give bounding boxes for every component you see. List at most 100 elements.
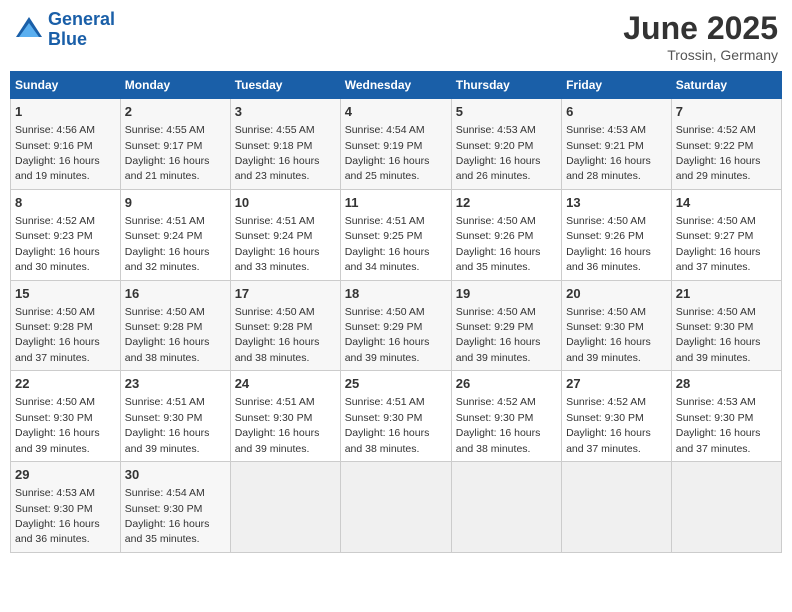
day-info: Sunrise: 4:50 AMSunset: 9:29 PMDaylight:… xyxy=(456,306,541,364)
calendar-cell xyxy=(340,462,451,553)
calendar-cell: 4 Sunrise: 4:54 AMSunset: 9:19 PMDayligh… xyxy=(340,99,451,190)
day-number: 9 xyxy=(125,194,226,212)
calendar-cell: 25 Sunrise: 4:51 AMSunset: 9:30 PMDaylig… xyxy=(340,371,451,462)
day-info: Sunrise: 4:50 AMSunset: 9:30 PMDaylight:… xyxy=(15,396,100,454)
day-info: Sunrise: 4:50 AMSunset: 9:28 PMDaylight:… xyxy=(125,306,210,364)
day-info: Sunrise: 4:50 AMSunset: 9:27 PMDaylight:… xyxy=(676,215,761,273)
logo-icon xyxy=(14,15,44,45)
col-header-wednesday: Wednesday xyxy=(340,72,451,99)
day-number: 28 xyxy=(676,375,777,393)
day-info: Sunrise: 4:51 AMSunset: 9:30 PMDaylight:… xyxy=(125,396,210,454)
day-number: 20 xyxy=(566,285,667,303)
col-header-friday: Friday xyxy=(562,72,672,99)
day-number: 10 xyxy=(235,194,336,212)
calendar-cell: 26 Sunrise: 4:52 AMSunset: 9:30 PMDaylig… xyxy=(451,371,561,462)
calendar-table: SundayMondayTuesdayWednesdayThursdayFrid… xyxy=(10,71,782,553)
day-number: 6 xyxy=(566,103,667,121)
calendar-cell: 14 Sunrise: 4:50 AMSunset: 9:27 PMDaylig… xyxy=(671,189,781,280)
calendar-cell: 11 Sunrise: 4:51 AMSunset: 9:25 PMDaylig… xyxy=(340,189,451,280)
calendar-cell: 7 Sunrise: 4:52 AMSunset: 9:22 PMDayligh… xyxy=(671,99,781,190)
day-info: Sunrise: 4:52 AMSunset: 9:30 PMDaylight:… xyxy=(456,396,541,454)
calendar-cell: 3 Sunrise: 4:55 AMSunset: 9:18 PMDayligh… xyxy=(230,99,340,190)
day-info: Sunrise: 4:51 AMSunset: 9:30 PMDaylight:… xyxy=(235,396,320,454)
calendar-cell: 12 Sunrise: 4:50 AMSunset: 9:26 PMDaylig… xyxy=(451,189,561,280)
calendar-cell: 5 Sunrise: 4:53 AMSunset: 9:20 PMDayligh… xyxy=(451,99,561,190)
calendar-week-row: 15 Sunrise: 4:50 AMSunset: 9:28 PMDaylig… xyxy=(11,280,782,371)
calendar-cell: 19 Sunrise: 4:50 AMSunset: 9:29 PMDaylig… xyxy=(451,280,561,371)
day-number: 21 xyxy=(676,285,777,303)
day-info: Sunrise: 4:50 AMSunset: 9:30 PMDaylight:… xyxy=(676,306,761,364)
day-info: Sunrise: 4:56 AMSunset: 9:16 PMDaylight:… xyxy=(15,124,100,182)
calendar-cell xyxy=(451,462,561,553)
calendar-cell: 27 Sunrise: 4:52 AMSunset: 9:30 PMDaylig… xyxy=(562,371,672,462)
day-info: Sunrise: 4:54 AMSunset: 9:30 PMDaylight:… xyxy=(125,487,210,545)
day-number: 18 xyxy=(345,285,447,303)
day-info: Sunrise: 4:53 AMSunset: 9:21 PMDaylight:… xyxy=(566,124,651,182)
col-header-tuesday: Tuesday xyxy=(230,72,340,99)
calendar-cell: 18 Sunrise: 4:50 AMSunset: 9:29 PMDaylig… xyxy=(340,280,451,371)
day-info: Sunrise: 4:52 AMSunset: 9:22 PMDaylight:… xyxy=(676,124,761,182)
calendar-cell: 10 Sunrise: 4:51 AMSunset: 9:24 PMDaylig… xyxy=(230,189,340,280)
col-header-monday: Monday xyxy=(120,72,230,99)
day-info: Sunrise: 4:51 AMSunset: 9:30 PMDaylight:… xyxy=(345,396,430,454)
day-number: 17 xyxy=(235,285,336,303)
calendar-cell: 16 Sunrise: 4:50 AMSunset: 9:28 PMDaylig… xyxy=(120,280,230,371)
col-header-sunday: Sunday xyxy=(11,72,121,99)
day-info: Sunrise: 4:53 AMSunset: 9:30 PMDaylight:… xyxy=(15,487,100,545)
calendar-week-row: 22 Sunrise: 4:50 AMSunset: 9:30 PMDaylig… xyxy=(11,371,782,462)
day-info: Sunrise: 4:50 AMSunset: 9:26 PMDaylight:… xyxy=(566,215,651,273)
col-header-thursday: Thursday xyxy=(451,72,561,99)
title-block: June 2025 Trossin, Germany xyxy=(623,10,778,63)
day-info: Sunrise: 4:55 AMSunset: 9:18 PMDaylight:… xyxy=(235,124,320,182)
logo-line1: General xyxy=(48,9,115,29)
calendar-cell xyxy=(562,462,672,553)
calendar-cell: 20 Sunrise: 4:50 AMSunset: 9:30 PMDaylig… xyxy=(562,280,672,371)
day-number: 25 xyxy=(345,375,447,393)
day-number: 4 xyxy=(345,103,447,121)
calendar-cell: 29 Sunrise: 4:53 AMSunset: 9:30 PMDaylig… xyxy=(11,462,121,553)
day-info: Sunrise: 4:51 AMSunset: 9:24 PMDaylight:… xyxy=(235,215,320,273)
page-header: General Blue June 2025 Trossin, Germany xyxy=(10,10,782,63)
col-header-saturday: Saturday xyxy=(671,72,781,99)
day-info: Sunrise: 4:54 AMSunset: 9:19 PMDaylight:… xyxy=(345,124,430,182)
calendar-cell: 8 Sunrise: 4:52 AMSunset: 9:23 PMDayligh… xyxy=(11,189,121,280)
day-number: 19 xyxy=(456,285,557,303)
logo: General Blue xyxy=(14,10,115,50)
logo-text: General Blue xyxy=(48,10,115,50)
day-number: 23 xyxy=(125,375,226,393)
calendar-cell: 2 Sunrise: 4:55 AMSunset: 9:17 PMDayligh… xyxy=(120,99,230,190)
day-info: Sunrise: 4:50 AMSunset: 9:26 PMDaylight:… xyxy=(456,215,541,273)
month-title: June 2025 xyxy=(623,10,778,47)
calendar-cell: 17 Sunrise: 4:50 AMSunset: 9:28 PMDaylig… xyxy=(230,280,340,371)
day-info: Sunrise: 4:55 AMSunset: 9:17 PMDaylight:… xyxy=(125,124,210,182)
calendar-week-row: 1 Sunrise: 4:56 AMSunset: 9:16 PMDayligh… xyxy=(11,99,782,190)
day-info: Sunrise: 4:50 AMSunset: 9:29 PMDaylight:… xyxy=(345,306,430,364)
calendar-cell: 9 Sunrise: 4:51 AMSunset: 9:24 PMDayligh… xyxy=(120,189,230,280)
calendar-week-row: 29 Sunrise: 4:53 AMSunset: 9:30 PMDaylig… xyxy=(11,462,782,553)
day-number: 3 xyxy=(235,103,336,121)
day-info: Sunrise: 4:51 AMSunset: 9:25 PMDaylight:… xyxy=(345,215,430,273)
calendar-header-row: SundayMondayTuesdayWednesdayThursdayFrid… xyxy=(11,72,782,99)
day-number: 14 xyxy=(676,194,777,212)
day-info: Sunrise: 4:53 AMSunset: 9:30 PMDaylight:… xyxy=(676,396,761,454)
day-number: 27 xyxy=(566,375,667,393)
calendar-cell: 15 Sunrise: 4:50 AMSunset: 9:28 PMDaylig… xyxy=(11,280,121,371)
day-info: Sunrise: 4:50 AMSunset: 9:28 PMDaylight:… xyxy=(15,306,100,364)
day-number: 7 xyxy=(676,103,777,121)
day-info: Sunrise: 4:53 AMSunset: 9:20 PMDaylight:… xyxy=(456,124,541,182)
day-info: Sunrise: 4:52 AMSunset: 9:23 PMDaylight:… xyxy=(15,215,100,273)
day-number: 22 xyxy=(15,375,116,393)
day-number: 2 xyxy=(125,103,226,121)
day-number: 15 xyxy=(15,285,116,303)
calendar-cell: 1 Sunrise: 4:56 AMSunset: 9:16 PMDayligh… xyxy=(11,99,121,190)
day-number: 11 xyxy=(345,194,447,212)
location: Trossin, Germany xyxy=(623,47,778,63)
calendar-week-row: 8 Sunrise: 4:52 AMSunset: 9:23 PMDayligh… xyxy=(11,189,782,280)
calendar-cell: 24 Sunrise: 4:51 AMSunset: 9:30 PMDaylig… xyxy=(230,371,340,462)
day-number: 16 xyxy=(125,285,226,303)
day-number: 12 xyxy=(456,194,557,212)
calendar-cell: 6 Sunrise: 4:53 AMSunset: 9:21 PMDayligh… xyxy=(562,99,672,190)
day-info: Sunrise: 4:51 AMSunset: 9:24 PMDaylight:… xyxy=(125,215,210,273)
calendar-cell xyxy=(230,462,340,553)
calendar-cell: 28 Sunrise: 4:53 AMSunset: 9:30 PMDaylig… xyxy=(671,371,781,462)
